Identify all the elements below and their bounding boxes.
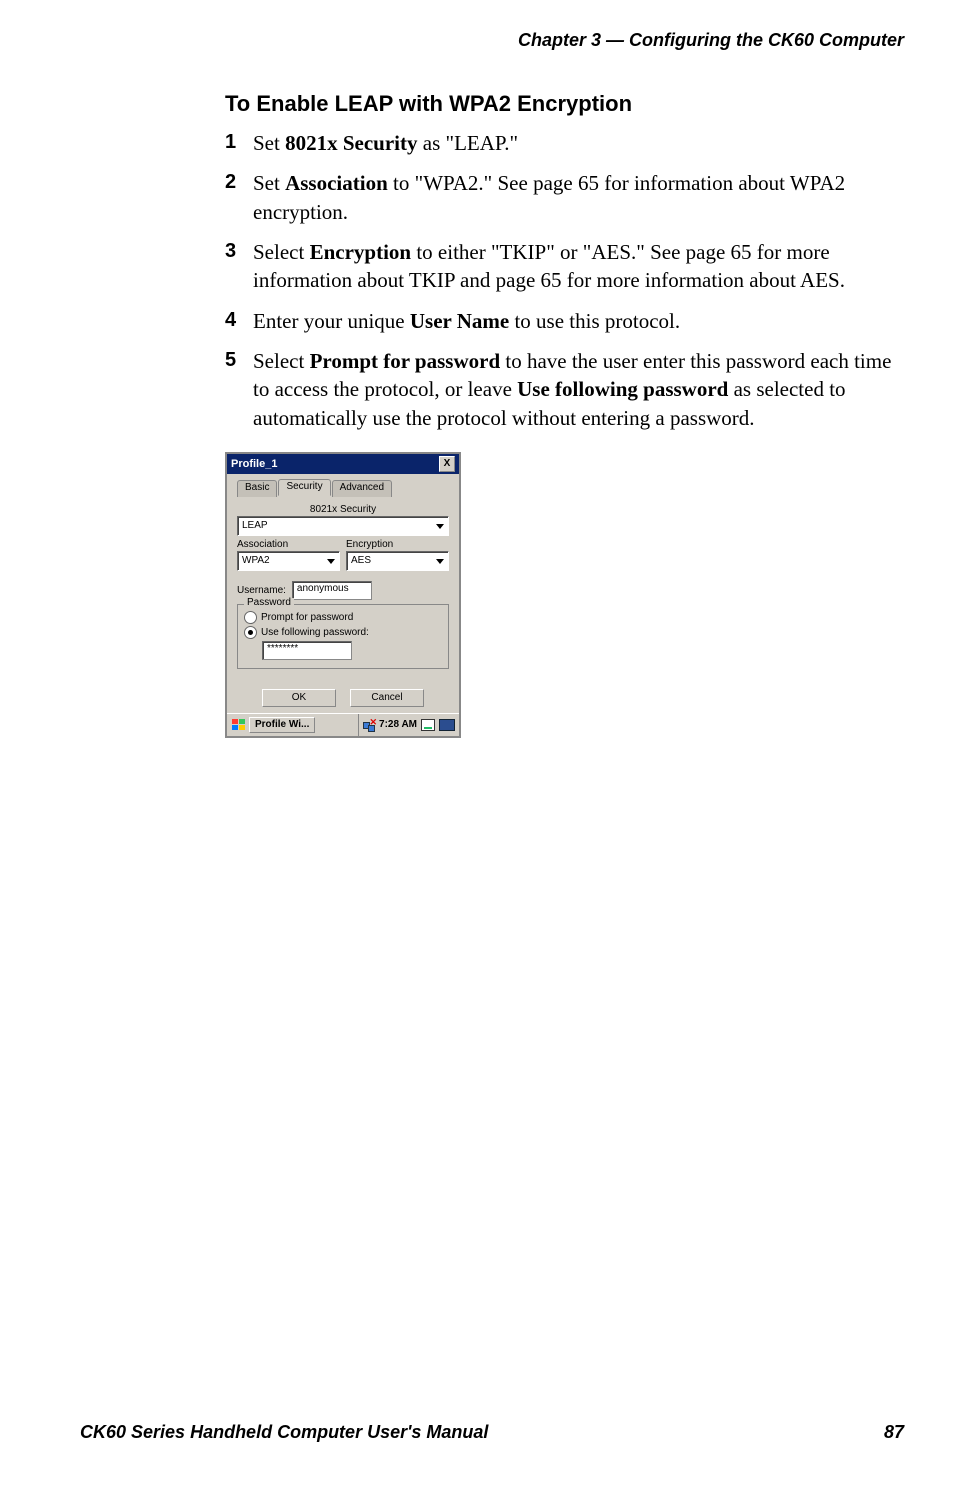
text: as "LEAP." xyxy=(418,131,519,155)
page-header: Chapter 3 — Configuring the CK60 Compute… xyxy=(80,30,904,51)
taskbar: Profile Wi... ✕ 7:28 AM xyxy=(227,713,459,736)
step-text: Select Encryption to either "TKIP" or "A… xyxy=(253,238,904,295)
keyboard-icon[interactable] xyxy=(439,719,455,731)
step-text: Set Association to "WPA2." See page 65 f… xyxy=(253,169,904,226)
radio-use-label: Use following password: xyxy=(261,628,369,638)
text: Set xyxy=(253,131,285,155)
profile-dialog: Profile_1 X Basic Security Advanced 8021… xyxy=(225,452,461,738)
battery-icon[interactable] xyxy=(421,719,435,731)
step-text: Enter your unique User Name to use this … xyxy=(253,307,904,335)
step-number: 2 xyxy=(225,169,253,226)
password-legend: Password xyxy=(244,598,294,608)
footer-page-number: 87 xyxy=(884,1422,904,1443)
radio-use-row[interactable]: Use following password: xyxy=(244,626,442,639)
radio-checked-icon[interactable] xyxy=(244,626,257,639)
tab-basic[interactable]: Basic xyxy=(237,480,277,497)
footer-left: CK60 Series Handheld Computer User's Man… xyxy=(80,1422,488,1443)
security-value: LEAP xyxy=(242,521,268,531)
bold-text: Prompt for password xyxy=(310,349,501,373)
association-label: Association xyxy=(237,540,340,550)
step-number: 3 xyxy=(225,238,253,295)
bold-text: Association xyxy=(285,171,388,195)
dialog-title: Profile_1 xyxy=(231,459,277,470)
text: Set xyxy=(253,171,285,195)
step-number: 1 xyxy=(225,129,253,157)
step-3: 3 Select Encryption to either "TKIP" or … xyxy=(225,238,904,295)
bold-text: 8021x Security xyxy=(285,131,417,155)
encryption-value: AES xyxy=(351,556,371,566)
step-text: Select Prompt for password to have the u… xyxy=(253,347,904,432)
password-fieldset: Password Prompt for password Use followi… xyxy=(237,604,449,669)
text: Select xyxy=(253,240,310,264)
radio-prompt-label: Prompt for password xyxy=(261,613,353,623)
association-dropdown[interactable]: WPA2 xyxy=(237,551,340,571)
radio-unchecked-icon[interactable] xyxy=(244,611,257,624)
radio-prompt-row[interactable]: Prompt for password xyxy=(244,611,442,624)
step-5: 5 Select Prompt for password to have the… xyxy=(225,347,904,432)
security-dropdown[interactable]: LEAP xyxy=(237,516,449,536)
network-icon[interactable]: ✕ xyxy=(363,719,375,731)
cancel-button[interactable]: Cancel xyxy=(350,689,424,707)
password-input[interactable]: ******** xyxy=(262,641,352,660)
username-label: Username: xyxy=(237,586,286,596)
chevron-down-icon xyxy=(436,524,444,529)
step-number: 5 xyxy=(225,347,253,432)
step-2: 2 Set Association to "WPA2." See page 65… xyxy=(225,169,904,226)
step-number: 4 xyxy=(225,307,253,335)
bold-text: Use following password xyxy=(517,377,728,401)
tab-advanced[interactable]: Advanced xyxy=(332,480,392,497)
step-text: Set 8021x Security as "LEAP." xyxy=(253,129,904,157)
text: Select xyxy=(253,349,310,373)
encryption-label: Encryption xyxy=(346,540,449,550)
step-1: 1 Set 8021x Security as "LEAP." xyxy=(225,129,904,157)
taskbar-app-button[interactable]: Profile Wi... xyxy=(249,717,315,733)
security-label: 8021x Security xyxy=(237,505,449,515)
association-value: WPA2 xyxy=(242,556,270,566)
text: Enter your unique xyxy=(253,309,410,333)
taskbar-clock: 7:28 AM xyxy=(379,720,417,730)
username-input[interactable]: anonymous xyxy=(292,581,372,600)
ok-button[interactable]: OK xyxy=(262,689,336,707)
encryption-dropdown[interactable]: AES xyxy=(346,551,449,571)
section-heading: To Enable LEAP with WPA2 Encryption xyxy=(225,91,904,117)
tab-security[interactable]: Security xyxy=(278,479,330,496)
bold-text: Encryption xyxy=(310,240,412,264)
close-button[interactable]: X xyxy=(439,456,455,472)
dialog-titlebar: Profile_1 X xyxy=(227,454,459,474)
text: to use this protocol. xyxy=(509,309,680,333)
chevron-down-icon xyxy=(436,559,444,564)
start-flag-icon[interactable] xyxy=(230,717,246,733)
chevron-down-icon xyxy=(327,559,335,564)
bold-text: User Name xyxy=(410,309,509,333)
step-4: 4 Enter your unique User Name to use thi… xyxy=(225,307,904,335)
